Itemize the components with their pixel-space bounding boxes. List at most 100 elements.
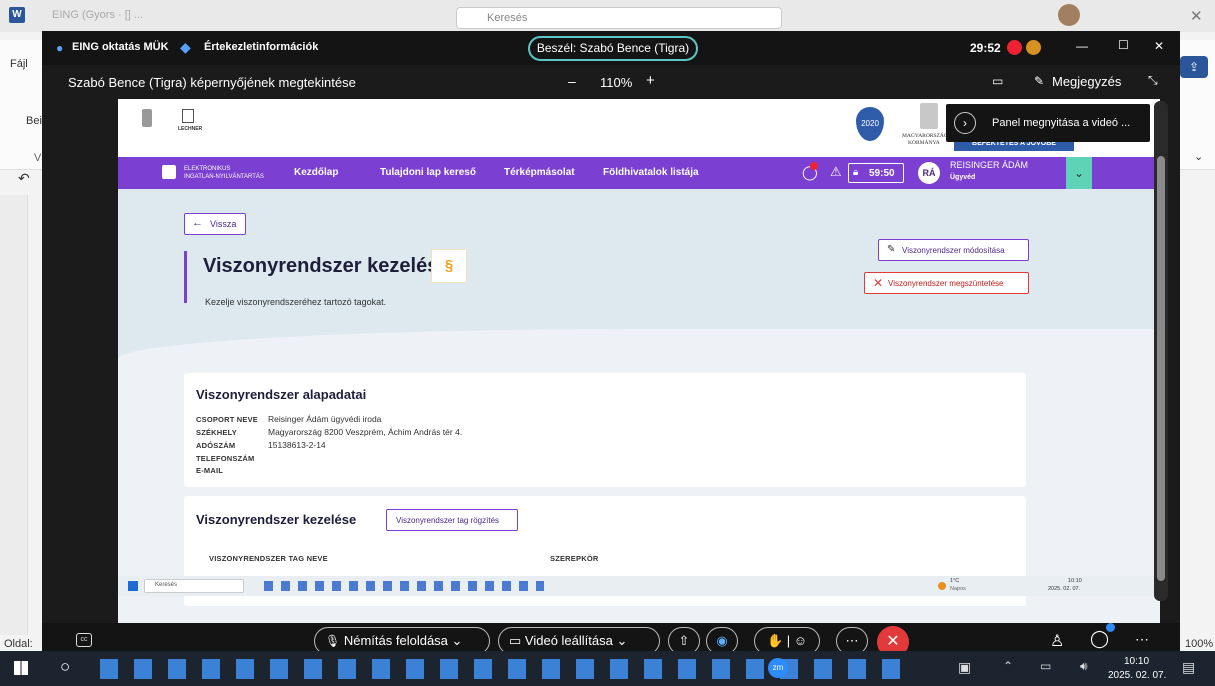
zoom-app-icon[interactable]: zm <box>768 658 788 678</box>
video-chevron-icon: ⌄ <box>616 633 628 648</box>
remote-weather: Napos <box>950 586 966 592</box>
expand-icon[interactable]: ⤡ <box>1148 73 1158 88</box>
section-sign-icon: § <box>444 257 454 274</box>
teams-logo-icon: ● <box>56 41 64 55</box>
word-status-zoom[interactable]: 100% <box>1185 638 1213 650</box>
nav-home[interactable]: Kezdőlap <box>294 167 338 178</box>
session-timer-box: 🔒︎ 59:50 <box>848 163 904 183</box>
word-undo-icon[interactable]: ↶ <box>18 170 30 187</box>
tray-expand-icon[interactable]: ⌃ <box>1003 659 1013 673</box>
close-icon[interactable]: ✕ <box>1154 39 1164 53</box>
remote-time: 10:10 <box>1068 578 1082 584</box>
word-user-avatar[interactable] <box>1058 4 1080 26</box>
chat-badge <box>1106 623 1115 632</box>
taskbar-search-icon[interactable]: ○ <box>60 657 70 677</box>
notifications-icon[interactable]: ▤ <box>1182 659 1195 676</box>
user-menu-button[interactable]: ⌄ <box>1066 157 1092 189</box>
people-icon[interactable]: ♙ <box>1050 631 1064 651</box>
remote-search-text: Keresés <box>155 582 178 588</box>
nav-title-search[interactable]: Tulajdoni lap kereső <box>380 167 476 178</box>
word-close-icon[interactable]: ✕ <box>1190 7 1203 25</box>
meeting-timer: 29:52 <box>970 41 1001 55</box>
title-accent-bar <box>184 251 187 303</box>
gov-text-1: MAGYARORSZÁG <box>902 133 948 139</box>
user-role: Ügyvéd <box>950 174 976 181</box>
terminate-button[interactable]: ✕ Viszonyrendszer megszüntetése <box>864 272 1029 294</box>
arrow-left-icon: ← <box>192 217 203 229</box>
basic-data-card: Viszonyrendszer alapadatai CSOPORT NEVE … <box>184 373 1026 487</box>
lock-icon: 🔒︎ <box>853 167 859 178</box>
word-vertical-ruler <box>0 195 28 635</box>
word-ribbon-collapse-icon[interactable]: ⌄ <box>1194 150 1203 163</box>
back-button-label: Vissza <box>210 219 237 229</box>
maximize-icon[interactable]: ☐ <box>1118 38 1129 52</box>
back-button[interactable]: ← Vissza <box>184 213 246 235</box>
field-label-group-name: CSOPORT NEVE <box>196 415 258 424</box>
shield-icon: ◆ <box>180 39 191 55</box>
field-label-email: E-MAIL <box>196 466 224 475</box>
overflow-icon[interactable]: ⋯ <box>1135 631 1149 648</box>
shared-screen: LECHNER 2020 MAGYARORSZÁG KORMÁNYA BEFEK… <box>118 99 1160 627</box>
note-button[interactable]: Megjegyzés <box>1052 74 1121 89</box>
nav-map-copy[interactable]: Térképmásolat <box>504 167 575 178</box>
word-doc-title: EING (Gyors · [] ... <box>52 9 144 21</box>
captions-icon[interactable]: cc <box>76 633 92 647</box>
mic-off-icon: 🎙︎ <box>325 634 341 648</box>
remote-date: 2025. 02. 07. <box>1048 586 1081 592</box>
field-label-seat: SZÉKHELY <box>196 428 237 437</box>
gov-crest-icon <box>142 109 152 127</box>
basic-data-title: Viszonyrendszer alapadatai <box>196 387 367 402</box>
page-title: Viszonyrendszer kezelés <box>203 255 439 277</box>
zoom-level: 110% <box>600 75 633 90</box>
network-icon[interactable]: ▭ <box>1040 659 1051 673</box>
meeting-info-link[interactable]: Értekezletinformációk <box>204 41 318 53</box>
page-subtitle: Kezelje viszonyrendszeréhez tartozó tago… <box>205 297 387 307</box>
camera-icon: ▭ <box>509 633 522 648</box>
windows-taskbar: ○ zm ▣ ⌃ ▭ 🔊︎ 10:10 2025. 02. 07. ▤ <box>0 651 1215 686</box>
participant-avatar[interactable] <box>1026 40 1041 55</box>
close-x-icon: ✕ <box>873 276 884 290</box>
word-share-button[interactable]: ⇪ <box>1180 56 1208 78</box>
home-logo-icon[interactable] <box>162 165 176 179</box>
teams-app-name: EING oktatás MÜK <box>72 41 169 53</box>
teams-title-bar: ● EING oktatás MÜK ◆ Értekezletinformáci… <box>42 31 1180 65</box>
word-icon[interactable]: W <box>9 7 25 23</box>
unmute-label: Némítás feloldása <box>343 633 448 648</box>
warning-icon[interactable]: ⚠ <box>830 164 842 180</box>
add-member-button[interactable]: Viszonyrendszer tag rögzítés <box>386 509 518 531</box>
modify-button-label: Viszonyrendszer módosítása <box>902 246 1005 255</box>
year-badge-text: 2020 <box>861 119 879 128</box>
zoom-out-button[interactable]: – <box>568 73 576 89</box>
logo-text-bottom: INGATLAN-NYILVÁNTARTÁS <box>184 174 264 180</box>
taskbar-time[interactable]: 10:10 <box>1124 656 1149 667</box>
modify-button[interactable]: ✎ Viszonyrendszer módosítása <box>878 239 1029 261</box>
taskbar-date[interactable]: 2025. 02. 07. <box>1108 670 1166 681</box>
zoom-app-label: zm <box>772 663 784 672</box>
share-toolbar: Szabó Bence (Tigra) képernyőjének megtek… <box>42 65 1180 99</box>
unmute-chevron-icon: ⌄ <box>451 633 463 648</box>
note-icon: ✎ <box>1034 74 1045 88</box>
word-status-page: Oldal: <box>4 638 33 650</box>
widgets-icon[interactable]: ▣ <box>958 659 971 676</box>
word-tab-file[interactable]: Fájl <box>10 58 28 70</box>
field-label-tax-number: ADÓSZÁM <box>196 441 236 450</box>
panel-tooltip[interactable]: › Panel megnyitása a videó ... <box>946 104 1150 142</box>
nav-land-offices[interactable]: Földhivatalok listája <box>603 167 699 178</box>
minimize-icon[interactable]: — <box>1076 39 1088 53</box>
zoom-in-button[interactable]: + <box>646 72 655 89</box>
share-scrollbar-thumb[interactable] <box>1157 156 1165 581</box>
field-value-group-name: Reisinger Ádám ügyvédi iroda <box>268 414 382 424</box>
column-header-member-name: VISZONYRENDSZER TAG NEVE <box>209 554 328 563</box>
add-member-button-label: Viszonyrendszer tag rögzítés <box>396 516 500 525</box>
remote-search-box[interactable]: Keresés <box>144 579 244 593</box>
session-timer: 59:50 <box>869 168 895 179</box>
chat-icon[interactable]: ◯ <box>1090 629 1109 649</box>
gov-arms-icon <box>920 103 938 129</box>
popout-icon[interactable]: ▭ <box>992 74 1003 88</box>
word-search-placeholder: Keresés <box>487 12 528 24</box>
volume-icon[interactable]: 🔊︎ <box>1080 659 1088 674</box>
user-avatar[interactable]: RÁ <box>918 162 940 184</box>
windows-start-icon[interactable] <box>14 661 28 675</box>
word-search-box[interactable]: Keresés <box>456 7 782 29</box>
remote-start-icon[interactable] <box>128 581 138 591</box>
